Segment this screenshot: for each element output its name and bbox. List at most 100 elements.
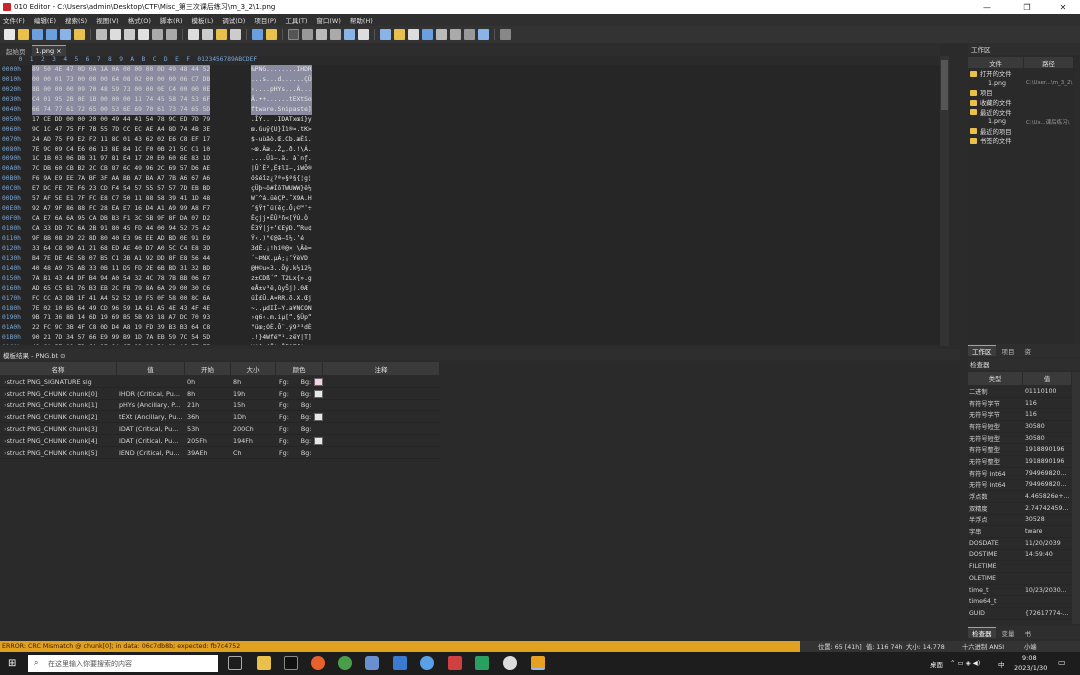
hex-row[interactable]: 0190h 9B 71 36 8B 14 6D 19 69 B5 5B 93 18…: [0, 313, 940, 323]
inspector-row[interactable]: 半浮点 30528: [968, 514, 1072, 527]
tab-workspace[interactable]: 工作区: [968, 345, 996, 356]
template-cell-color[interactable]: Fg: Bg:: [276, 411, 323, 422]
windows-start-icon[interactable]: ⊞: [8, 658, 16, 669]
chart-icon[interactable]: [422, 29, 433, 40]
inspector-value[interactable]: 30580: [1023, 433, 1072, 444]
tab-inspector[interactable]: 检查器: [968, 627, 996, 638]
inspector-value[interactable]: 1918890196: [1023, 444, 1072, 455]
template-row[interactable]: › struct PNG_CHUNK chunk[0] IHDR (Critica…: [0, 387, 440, 400]
hex-ascii[interactable]: Ÿ‹.)"€@ã–î­½.‘é: [251, 234, 304, 244]
workspace-item[interactable]: 1.png C:\Us...课后练习\: [968, 117, 1074, 127]
hex-row[interactable]: 0050h 17 CE DD 00 00 20 00 49 44 41 54 78…: [0, 115, 940, 125]
menu-item[interactable]: 帮助(H): [350, 15, 373, 25]
inspector-row[interactable]: 有符号 Int64 794969820...: [968, 467, 1072, 480]
bg-color-swatch[interactable]: [314, 377, 323, 386]
hex-bytes[interactable]: F6 9A E9 EE 7A BF 3F AA BB A7 BA A7 7B A…: [32, 174, 210, 184]
app-icon[interactable]: [393, 656, 407, 670]
paste-icon[interactable]: [124, 29, 135, 40]
notification-icon[interactable]: ▭: [1058, 658, 1066, 667]
chrome-icon[interactable]: [338, 656, 352, 670]
hex-row[interactable]: 00B0h F6 9A E9 EE 7A BF 3F AA BB A7 BA A7…: [0, 174, 940, 184]
hex-ascii[interactable]: Êçjj•ÊÛ³ñ<[ŸÚ.Ò: [251, 214, 308, 224]
taskbar-search-input[interactable]: 在这里输入你要搜索的内容: [28, 655, 218, 672]
hex-ascii[interactable]: 3dÈ.¡!hí®@× \Äè=: [251, 244, 312, 254]
hex-row[interactable]: 00E0h 92 A7 9F 86 88 FC 28 EA E7 16 D4 A1…: [0, 204, 940, 214]
hex-row[interactable]: 0000h 89 50 4E 47 0D 0A 1A 0A 00 00 00 0D…: [0, 65, 940, 75]
save-icon[interactable]: [32, 29, 43, 40]
file-explorer-icon[interactable]: [257, 656, 271, 670]
hex-row[interactable]: 0170h FC CC A3 DB 1F 41 A4 52 52 10 F5 0F…: [0, 294, 940, 304]
hex-bytes[interactable]: 24 AD 75 F9 E2 F2 11 8C 01 43 62 02 E6 C…: [32, 135, 210, 145]
hex-bytes[interactable]: 7E 9C 09 C4 E6 06 13 8E 84 1C F0 0B 21 5…: [32, 145, 210, 155]
col-start[interactable]: 开始: [185, 362, 231, 375]
hex-bytes[interactable]: 90 21 7D 34 57 66 E9 99 B9 1D 7A EB 59 7…: [32, 333, 210, 343]
tab-variables[interactable]: 变量: [998, 627, 1019, 638]
hex-ascii[interactable]: ftware.Snipaste]: [251, 104, 312, 115]
goto-icon[interactable]: [230, 29, 241, 40]
template-row[interactable]: › struct PNG_CHUNK chunk[1] pHYs (Ancilla…: [0, 399, 440, 412]
hex-row[interactable]: 0130h B4 7E DE 4E 58 07 B5 C1 3B A1 92 DD…: [0, 254, 940, 264]
hex-ascii[interactable]: ~œ.Äæ..Ž„.ð.!\Á.: [251, 145, 312, 155]
task-view-icon[interactable]: [228, 656, 242, 670]
hex-bytes[interactable]: B4 7E DE 4E 58 07 B5 C1 3B A1 92 DD 8F E…: [32, 254, 210, 264]
hex-scrollbar[interactable]: [940, 56, 949, 346]
hex-bytes[interactable]: 89 50 4E 47 0D 0A 1A 0A 00 00 00 0D 49 4…: [32, 65, 211, 75]
hex-ascii[interactable]: "üœ;OÈ.Ô¨.ý9³³dÈ: [251, 323, 312, 333]
hex-bytes[interactable]: 22 FC 9C 3B 4F C8 0D D4 A8 19 FD 39 B3 B…: [32, 323, 210, 333]
new-file-icon[interactable]: [4, 29, 15, 40]
find-in-files-icon[interactable]: [216, 29, 227, 40]
bg-color-swatch[interactable]: [314, 389, 323, 398]
cut-icon[interactable]: [96, 29, 107, 40]
hex-ascii[interactable]: W¯^á.üèÇP.ˆX9A.H: [251, 194, 312, 204]
tab-bookmarks[interactable]: 书: [1021, 627, 1036, 638]
inspector-value[interactable]: 116: [1023, 409, 1072, 420]
hex-bytes[interactable]: 9F 8B 08 29 22 8D 80 40 E3 96 EE AD BD 0…: [32, 234, 210, 244]
inspector-row[interactable]: GUID {72617774-...: [968, 608, 1072, 620]
workspace-item[interactable]: 最近的项目: [968, 127, 1074, 137]
bookmark-icon[interactable]: [252, 29, 263, 40]
hex-ascii[interactable]: $-uùâò.Œ.Cb.æÈï.: [251, 135, 312, 145]
inspector-value[interactable]: 4.465826e+...: [1023, 491, 1072, 502]
template-cell-color[interactable]: Fg: Bg:: [276, 376, 323, 387]
menu-item[interactable]: 编辑(E): [34, 15, 56, 25]
hex-ascii[interactable]: z±CDß´” T2Lx{».g: [251, 274, 312, 284]
inspector-value[interactable]: {72617774-...: [1023, 608, 1072, 619]
inspector-value[interactable]: 14:59:40: [1023, 550, 1072, 561]
settings-icon[interactable]: [503, 656, 517, 670]
firefox-icon[interactable]: [311, 656, 325, 670]
hex-bytes[interactable]: FC CC A3 DB 1F 41 A4 52 52 10 F5 0F 58 0…: [32, 294, 210, 304]
hex-ascii[interactable]: ...s...d......ÇÛ: [251, 74, 312, 85]
inspector-row[interactable]: 有符号整型 1918890196: [968, 444, 1072, 457]
col-name[interactable]: 名称: [0, 362, 117, 375]
hex-ascii[interactable]: ‹....pHYs...Ä...: [251, 84, 312, 95]
010-editor-icon[interactable]: [531, 656, 545, 670]
hex-ascii[interactable]: œ.Guÿ{U}Ìì®¤.tK>: [251, 125, 312, 135]
inspector-value[interactable]: 30580: [1023, 421, 1072, 432]
hex-bytes[interactable]: 1C 1B 03 06 DB 31 97 81 E4 17 20 E0 60 6…: [32, 154, 210, 164]
menu-item[interactable]: 工具(T): [285, 15, 307, 25]
col-color[interactable]: 颜色: [276, 362, 323, 375]
template-cell-color[interactable]: Fg: Bg:: [276, 447, 323, 458]
grid-icon[interactable]: [344, 29, 355, 40]
folder-icon[interactable]: [74, 29, 85, 40]
script-icon[interactable]: [394, 29, 405, 40]
template-cell-color[interactable]: Fg: Bg:: [276, 435, 323, 446]
inspector-row[interactable]: time64_t: [968, 596, 1072, 609]
inspector-row[interactable]: 无符号整型 1918890196: [968, 456, 1072, 468]
app-icon[interactable]: [420, 656, 434, 670]
hex-bytes[interactable]: 40 48 A9 75 AB 33 0B 11 D5 FD 2E 6B BD 3…: [32, 264, 210, 274]
workspace-item[interactable]: 打开的文件: [968, 69, 1074, 79]
hex-ascii[interactable]: Ê3Ý|j+‘€EýD.”Ru¢: [251, 224, 312, 234]
hex-ascii[interactable]: ’§Ÿ†ˆü(êç.Ô¡©™¨÷: [251, 204, 312, 214]
hex-ascii[interactable]: ‰PNG........IHDR: [251, 65, 312, 75]
template-cell-color[interactable]: Fg: Bg:: [276, 423, 323, 434]
hex-ascii[interactable]: ´~ÞNX.µÁ;¡’ÝèVD: [251, 254, 308, 264]
menu-item[interactable]: 窗口(W): [316, 15, 341, 25]
workspace-item[interactable]: 最近的文件: [968, 107, 1074, 117]
inspector-value[interactable]: tware: [1023, 526, 1072, 537]
inspector-value[interactable]: [1023, 596, 1072, 607]
hex-ascii[interactable]: .!}4Wfé™¹.zëY|T]: [251, 333, 312, 343]
inspector-value[interactable]: [1023, 561, 1072, 572]
hex-ascii[interactable]: ....Û1—.ä. à`nƒ.: [251, 154, 312, 164]
menu-item[interactable]: 文件(F): [3, 15, 25, 25]
